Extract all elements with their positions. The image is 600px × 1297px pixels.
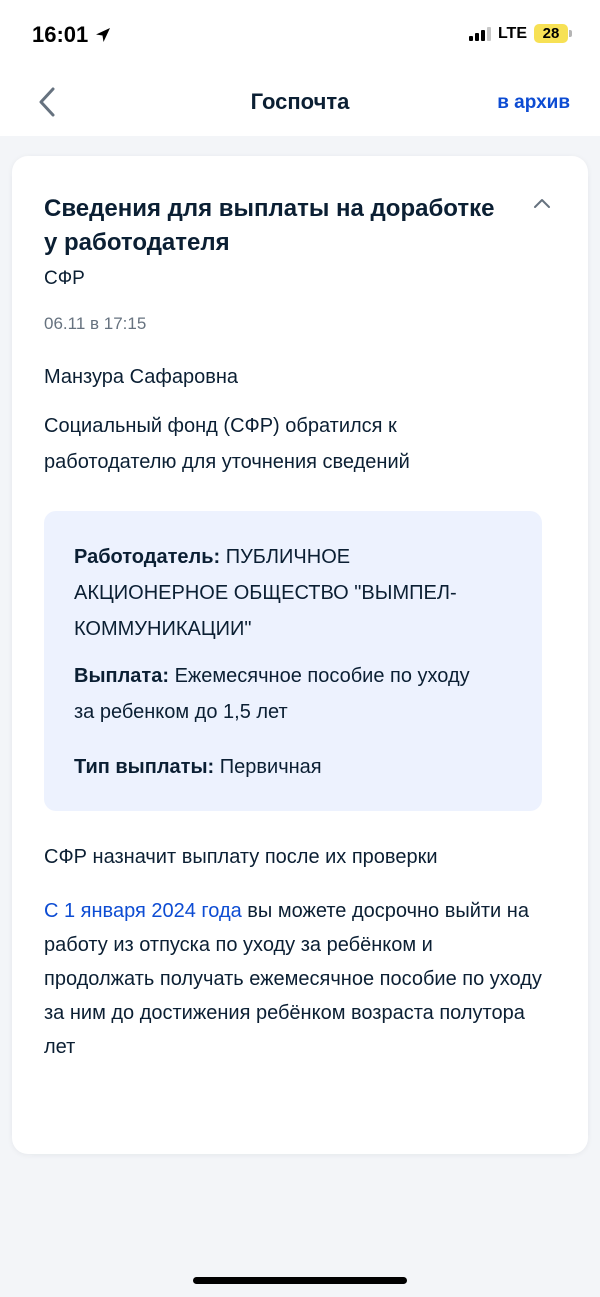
message-title: Сведения для выплаты на доработке у рабо… (44, 195, 495, 256)
payment-details-box: Работодатель: ПУБЛИЧНОЕ АКЦИОНЕРНОЕ ОБЩЕ… (44, 511, 542, 811)
location-arrow-icon (96, 28, 111, 42)
message-date: 06.11 в 17:15 (44, 314, 147, 333)
status-indicators: LTE 28 (468, 24, 572, 43)
payment-row: Выплата: Ежемесячное пособие по уходу за… (74, 658, 494, 730)
battery-icon: 28 (534, 24, 572, 43)
payment-type-value: Первичная (219, 756, 322, 778)
after-check-text: СФР назначит выплату после их проверки (44, 846, 438, 868)
navigation-bar: Госпочта в архив (0, 70, 600, 136)
collapse-button[interactable] (530, 194, 554, 214)
status-time: 16:01 (32, 22, 112, 48)
message-card: Сведения для выплаты на доработке у рабо… (12, 156, 588, 1154)
network-type: LTE (497, 24, 527, 42)
battery-level: 28 (534, 24, 568, 43)
home-indicator[interactable] (193, 1277, 407, 1284)
signal-icon (468, 26, 491, 41)
status-bar: 16:01 LTE 28 (0, 0, 600, 70)
payment-label: Выплата: (74, 665, 170, 687)
archive-button[interactable]: в архив (497, 92, 570, 114)
message-intro: Социальный фонд (СФР) обратился к работо… (44, 415, 410, 473)
message-sender: СФР (44, 268, 85, 289)
employer-label: Работодатель: (74, 546, 221, 568)
info-text: вы можете досрочно выйти на работу из от… (44, 900, 542, 1058)
employer-row: Работодатель: ПУБЛИЧНОЕ АКЦИОНЕРНОЕ ОБЩЕ… (74, 539, 494, 647)
info-date-link[interactable]: С 1 января 2024 года (44, 900, 242, 922)
payment-type-row: Тип выплаты: Первичная (74, 749, 494, 785)
info-paragraph: С 1 января 2024 года вы можете досрочно … (44, 894, 544, 1064)
payment-type-label: Тип выплаты: (74, 756, 215, 778)
recipient-name: Манзура Сафаровна (44, 366, 238, 388)
clock-text: 16:01 (32, 22, 89, 47)
chevron-up-icon (534, 199, 550, 208)
